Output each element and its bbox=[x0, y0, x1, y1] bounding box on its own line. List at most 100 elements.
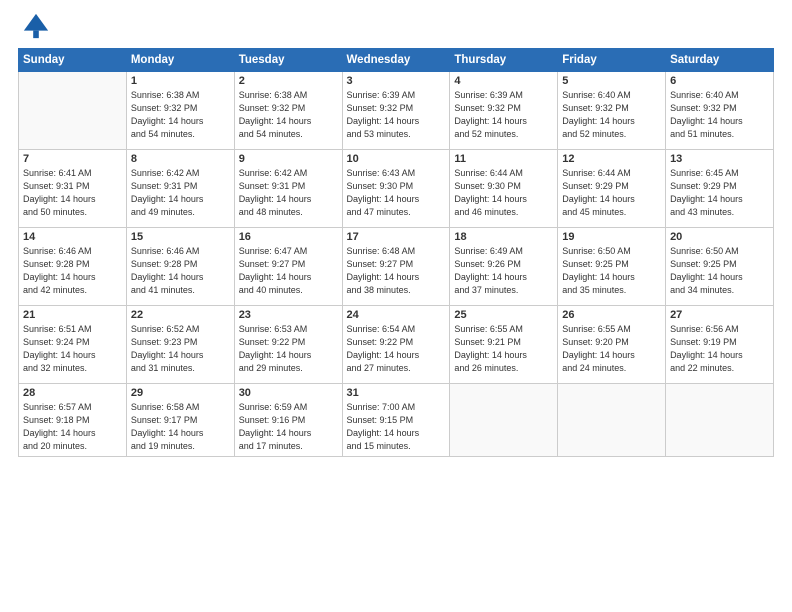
calendar-cell: 21 Sunrise: 6:51 AMSunset: 9:24 PMDayligh… bbox=[19, 306, 127, 384]
calendar-cell: 27 Sunrise: 6:56 AMSunset: 9:19 PMDayligh… bbox=[666, 306, 774, 384]
weekday-header-wednesday: Wednesday bbox=[342, 49, 450, 72]
day-number: 31 bbox=[347, 387, 446, 399]
calendar-week-row: 14Sunrise: 6:46 AMSunset: 9:28 PMDayligh… bbox=[19, 228, 774, 306]
day-info: Sunrise: 6:44 AMSunset: 9:30 PMDaylight:… bbox=[454, 167, 553, 219]
day-info: Sunrise: 6:40 AMSunset: 9:32 PMDaylight:… bbox=[670, 89, 769, 141]
day-number: 26 bbox=[562, 309, 661, 321]
day-number: 3 bbox=[347, 75, 446, 87]
day-info: Sunrise: 6:39 AMSunset: 9:32 PMDaylight:… bbox=[454, 89, 553, 141]
weekday-header-friday: Friday bbox=[558, 49, 666, 72]
day-number: 29 bbox=[131, 387, 230, 399]
day-number: 6 bbox=[670, 75, 769, 87]
weekday-header-row: SundayMondayTuesdayWednesdayThursdayFrid… bbox=[19, 49, 774, 72]
calendar-cell: 28Sunrise: 6:57 AMSunset: 9:18 PMDayligh… bbox=[19, 384, 127, 457]
day-number: 10 bbox=[347, 153, 446, 165]
day-number: 4 bbox=[454, 75, 553, 87]
day-info: Sunrise: 6:41 AMSunset: 9:31 PMDaylight:… bbox=[23, 167, 122, 219]
day-number: 13 bbox=[670, 153, 769, 165]
calendar-cell: 3 Sunrise: 6:39 AMSunset: 9:32 PMDaylight… bbox=[342, 72, 450, 150]
day-number: 2 bbox=[239, 75, 338, 87]
day-number: 22 bbox=[131, 309, 230, 321]
logo-icon bbox=[22, 12, 50, 40]
calendar-cell: 7 Sunrise: 6:41 AMSunset: 9:31 PMDaylight… bbox=[19, 150, 127, 228]
day-info: Sunrise: 6:47 AMSunset: 9:27 PMDaylight:… bbox=[239, 245, 338, 297]
day-info: Sunrise: 6:38 AMSunset: 9:32 PMDaylight:… bbox=[239, 89, 338, 141]
day-info: Sunrise: 6:50 AMSunset: 9:25 PMDaylight:… bbox=[562, 245, 661, 297]
day-info: Sunrise: 6:52 AMSunset: 9:23 PMDaylight:… bbox=[131, 323, 230, 375]
day-info: Sunrise: 6:44 AMSunset: 9:29 PMDaylight:… bbox=[562, 167, 661, 219]
calendar-table: SundayMondayTuesdayWednesdayThursdayFrid… bbox=[18, 48, 774, 457]
calendar-cell: 8 Sunrise: 6:42 AMSunset: 9:31 PMDaylight… bbox=[126, 150, 234, 228]
day-info: Sunrise: 6:43 AMSunset: 9:30 PMDaylight:… bbox=[347, 167, 446, 219]
calendar-cell: 5Sunrise: 6:40 AMSunset: 9:32 PMDaylight… bbox=[558, 72, 666, 150]
day-info: Sunrise: 6:49 AMSunset: 9:26 PMDaylight:… bbox=[454, 245, 553, 297]
calendar-week-row: 1 Sunrise: 6:38 AMSunset: 9:32 PMDaylight… bbox=[19, 72, 774, 150]
day-number: 1 bbox=[131, 75, 230, 87]
day-number: 25 bbox=[454, 309, 553, 321]
day-info: Sunrise: 6:42 AMSunset: 9:31 PMDaylight:… bbox=[239, 167, 338, 219]
day-info: Sunrise: 6:56 AMSunset: 9:19 PMDaylight:… bbox=[670, 323, 769, 375]
calendar-week-row: 21 Sunrise: 6:51 AMSunset: 9:24 PMDayligh… bbox=[19, 306, 774, 384]
day-number: 28 bbox=[23, 387, 122, 399]
day-number: 20 bbox=[670, 231, 769, 243]
day-info: Sunrise: 6:53 AMSunset: 9:22 PMDaylight:… bbox=[239, 323, 338, 375]
calendar-cell: 22 Sunrise: 6:52 AMSunset: 9:23 PMDayligh… bbox=[126, 306, 234, 384]
calendar-cell: 15Sunrise: 6:46 AMSunset: 9:28 PMDayligh… bbox=[126, 228, 234, 306]
day-number: 27 bbox=[670, 309, 769, 321]
page-header bbox=[18, 16, 774, 40]
day-number: 19 bbox=[562, 231, 661, 243]
day-info: Sunrise: 6:58 AMSunset: 9:17 PMDaylight:… bbox=[131, 401, 230, 453]
day-number: 15 bbox=[131, 231, 230, 243]
day-info: Sunrise: 6:51 AMSunset: 9:24 PMDaylight:… bbox=[23, 323, 122, 375]
day-number: 23 bbox=[239, 309, 338, 321]
day-number: 16 bbox=[239, 231, 338, 243]
calendar-cell: 16 Sunrise: 6:47 AMSunset: 9:27 PMDayligh… bbox=[234, 228, 342, 306]
day-number: 14 bbox=[23, 231, 122, 243]
calendar-page: SundayMondayTuesdayWednesdayThursdayFrid… bbox=[0, 0, 792, 612]
calendar-cell: 25Sunrise: 6:55 AMSunset: 9:21 PMDayligh… bbox=[450, 306, 558, 384]
day-number: 30 bbox=[239, 387, 338, 399]
day-number: 9 bbox=[239, 153, 338, 165]
calendar-cell: 14Sunrise: 6:46 AMSunset: 9:28 PMDayligh… bbox=[19, 228, 127, 306]
day-info: Sunrise: 6:45 AMSunset: 9:29 PMDaylight:… bbox=[670, 167, 769, 219]
day-number: 18 bbox=[454, 231, 553, 243]
calendar-cell: 31 Sunrise: 7:00 AMSunset: 9:15 PMDayligh… bbox=[342, 384, 450, 457]
weekday-header-tuesday: Tuesday bbox=[234, 49, 342, 72]
calendar-cell: 24Sunrise: 6:54 AMSunset: 9:22 PMDayligh… bbox=[342, 306, 450, 384]
weekday-header-monday: Monday bbox=[126, 49, 234, 72]
day-info: Sunrise: 6:39 AMSunset: 9:32 PMDaylight:… bbox=[347, 89, 446, 141]
calendar-cell: 13 Sunrise: 6:45 AMSunset: 9:29 PMDayligh… bbox=[666, 150, 774, 228]
day-info: Sunrise: 6:59 AMSunset: 9:16 PMDaylight:… bbox=[239, 401, 338, 453]
day-info: Sunrise: 6:42 AMSunset: 9:31 PMDaylight:… bbox=[131, 167, 230, 219]
day-number: 17 bbox=[347, 231, 446, 243]
weekday-header-saturday: Saturday bbox=[666, 49, 774, 72]
calendar-week-row: 7 Sunrise: 6:41 AMSunset: 9:31 PMDaylight… bbox=[19, 150, 774, 228]
day-number: 7 bbox=[23, 153, 122, 165]
day-number: 11 bbox=[454, 153, 553, 165]
day-number: 8 bbox=[131, 153, 230, 165]
day-number: 21 bbox=[23, 309, 122, 321]
calendar-cell: 9 Sunrise: 6:42 AMSunset: 9:31 PMDaylight… bbox=[234, 150, 342, 228]
calendar-week-row: 28Sunrise: 6:57 AMSunset: 9:18 PMDayligh… bbox=[19, 384, 774, 457]
calendar-cell bbox=[450, 384, 558, 457]
calendar-cell: 12 Sunrise: 6:44 AMSunset: 9:29 PMDayligh… bbox=[558, 150, 666, 228]
day-info: Sunrise: 6:54 AMSunset: 9:22 PMDaylight:… bbox=[347, 323, 446, 375]
calendar-cell: 2 Sunrise: 6:38 AMSunset: 9:32 PMDaylight… bbox=[234, 72, 342, 150]
calendar-cell: 6 Sunrise: 6:40 AMSunset: 9:32 PMDaylight… bbox=[666, 72, 774, 150]
calendar-cell: 20Sunrise: 6:50 AMSunset: 9:25 PMDayligh… bbox=[666, 228, 774, 306]
calendar-cell: 18 Sunrise: 6:49 AMSunset: 9:26 PMDayligh… bbox=[450, 228, 558, 306]
day-number: 5 bbox=[562, 75, 661, 87]
weekday-header-thursday: Thursday bbox=[450, 49, 558, 72]
calendar-cell: 4 Sunrise: 6:39 AMSunset: 9:32 PMDaylight… bbox=[450, 72, 558, 150]
calendar-cell: 29 Sunrise: 6:58 AMSunset: 9:17 PMDayligh… bbox=[126, 384, 234, 457]
calendar-cell: 17Sunrise: 6:48 AMSunset: 9:27 PMDayligh… bbox=[342, 228, 450, 306]
calendar-cell bbox=[558, 384, 666, 457]
calendar-cell bbox=[666, 384, 774, 457]
day-info: Sunrise: 7:00 AMSunset: 9:15 PMDaylight:… bbox=[347, 401, 446, 453]
calendar-cell bbox=[19, 72, 127, 150]
calendar-cell: 26Sunrise: 6:55 AMSunset: 9:20 PMDayligh… bbox=[558, 306, 666, 384]
calendar-cell: 1Sunrise: 6:38 AMSunset: 9:32 PMDaylight… bbox=[126, 72, 234, 150]
logo bbox=[18, 16, 50, 40]
calendar-cell: 23 Sunrise: 6:53 AMSunset: 9:22 PMDayligh… bbox=[234, 306, 342, 384]
day-number: 12 bbox=[562, 153, 661, 165]
